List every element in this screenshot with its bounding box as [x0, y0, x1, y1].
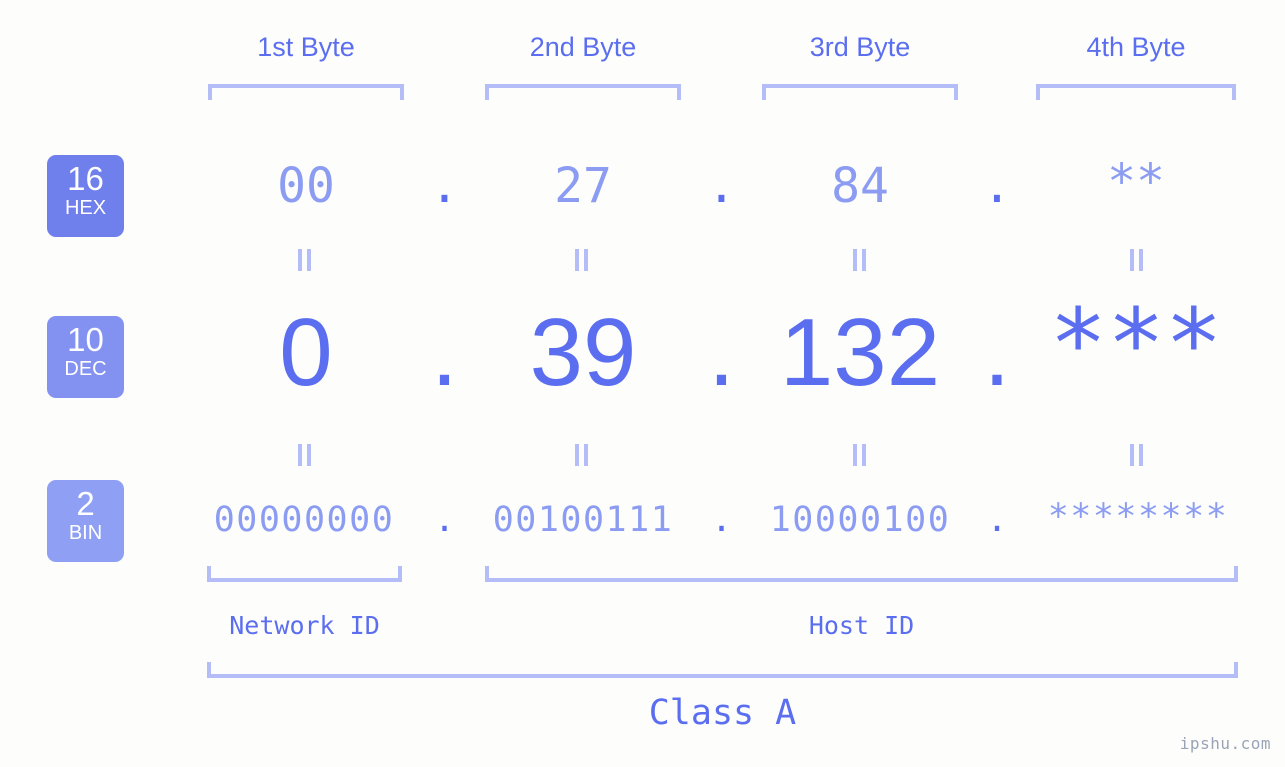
byte-bracket-top-4	[1036, 84, 1236, 100]
network-id-label: Network ID	[229, 611, 380, 640]
bin-separator-1: .	[433, 500, 456, 540]
bin-byte-1: 00000000	[213, 500, 395, 540]
base-badge-hex-label: HEX	[64, 197, 107, 219]
byte-bracket-top-3	[762, 84, 958, 100]
network-id-bracket	[207, 566, 402, 582]
byte-bracket-top-1	[208, 84, 404, 100]
byte-header-2: 2nd Byte	[529, 32, 637, 62]
class-label: Class A	[648, 693, 797, 733]
bin-byte-2: 00100111	[492, 500, 674, 540]
byte-header-4: 4th Byte	[1086, 32, 1186, 62]
hex-separator-2: .	[707, 158, 736, 214]
base-badge-hex: 16 HEX	[47, 155, 124, 237]
bin-byte-3: 10000100	[769, 500, 951, 540]
equals-icon-hex-dec-4	[1123, 249, 1151, 271]
equals-icon-dec-bin-4	[1123, 444, 1151, 466]
equals-icon-hex-dec-2	[568, 249, 596, 271]
hex-separator-1: .	[430, 158, 459, 214]
base-badge-bin-label: BIN	[68, 522, 103, 544]
dec-byte-1: 0	[279, 299, 333, 406]
base-badge-hex-number: 16	[67, 160, 104, 197]
equals-icon-dec-bin-3	[846, 444, 874, 466]
base-badge-bin: 2 BIN	[47, 480, 124, 562]
equals-icon-hex-dec-1	[291, 249, 319, 271]
base-badge-dec: 10 DEC	[47, 316, 124, 398]
equals-icon-dec-bin-1	[291, 444, 319, 466]
hex-byte-2: 27	[554, 158, 612, 214]
hex-byte-4: **	[1107, 154, 1165, 210]
base-badge-bin-number: 2	[76, 485, 95, 522]
host-id-bracket	[485, 566, 1238, 582]
class-bracket	[207, 662, 1238, 678]
dec-separator-3: .	[983, 299, 1011, 406]
host-id-label: Host ID	[808, 611, 915, 640]
dec-separator-1: .	[431, 299, 458, 406]
dec-byte-3: 132	[779, 299, 941, 406]
dec-separator-2: .	[708, 299, 735, 406]
byte-header-3: 3rd Byte	[809, 32, 911, 62]
byte-bracket-top-2	[485, 84, 681, 100]
hex-separator-3: .	[982, 158, 1012, 214]
byte-header-1: 1st Byte	[257, 32, 355, 62]
hex-byte-1: 00	[277, 158, 335, 214]
equals-icon-dec-bin-2	[568, 444, 596, 466]
hex-byte-3: 84	[831, 158, 889, 214]
equals-icon-hex-dec-3	[846, 249, 874, 271]
dec-byte-2: 39	[529, 299, 637, 406]
bin-separator-3: .	[986, 500, 1008, 540]
ip-breakdown-diagram: 1st Byte 2nd Byte 3rd Byte 4th Byte 16 H…	[0, 0, 1285, 767]
base-badge-dec-number: 10	[67, 321, 104, 358]
dec-byte-4: ***	[1049, 288, 1223, 400]
base-badge-dec-label: DEC	[64, 358, 107, 380]
bin-separator-2: .	[710, 500, 733, 540]
bin-byte-4: ********	[1047, 497, 1229, 537]
site-watermark: ipshu.com	[1179, 734, 1271, 753]
